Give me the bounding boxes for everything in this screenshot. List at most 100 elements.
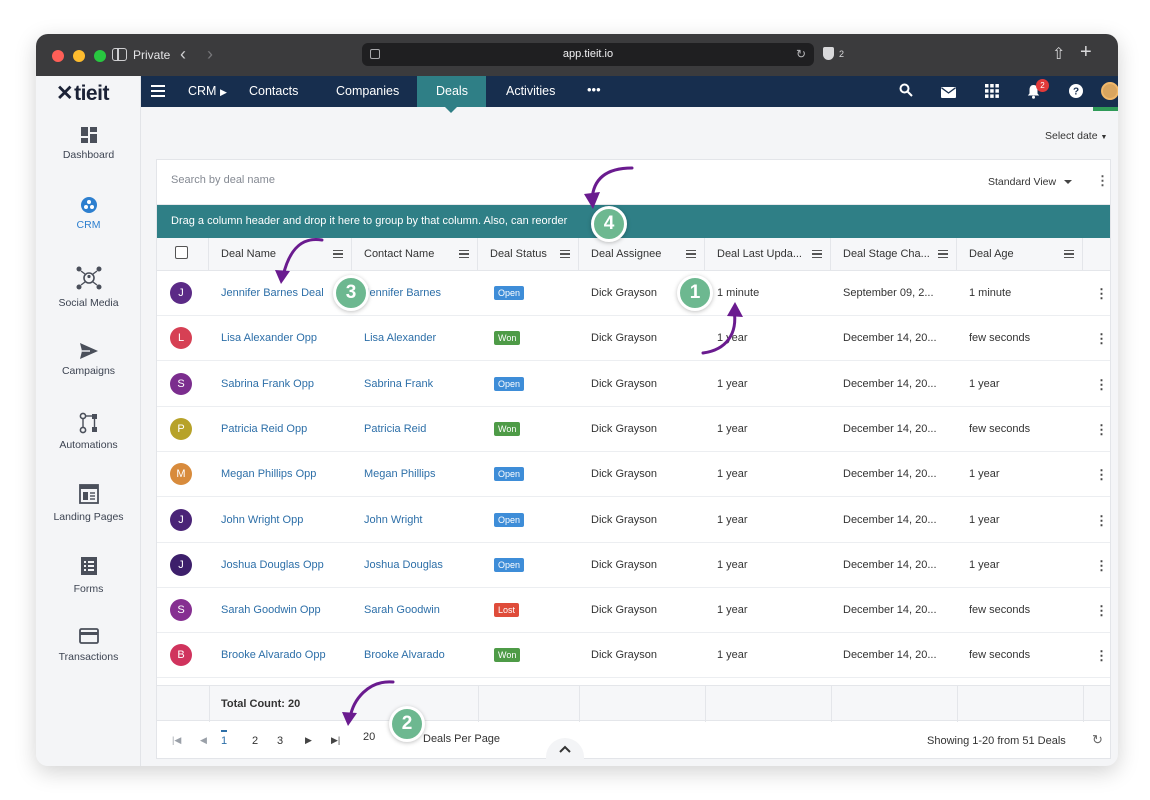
row-actions-icon[interactable]: ⋮ xyxy=(1095,588,1108,633)
page-1-button[interactable]: 1 xyxy=(221,730,228,747)
page-3-button[interactable]: 3 xyxy=(277,735,283,747)
row-actions-icon[interactable]: ⋮ xyxy=(1095,633,1108,678)
tieit-logo[interactable]: ✕tieit xyxy=(56,81,109,106)
row-actions-icon[interactable]: ⋮ xyxy=(1095,316,1108,361)
address-bar[interactable]: app.tieit.io ↻ xyxy=(362,43,814,66)
row-actions-icon[interactable]: ⋮ xyxy=(1095,498,1108,543)
sidebar-item-transactions[interactable]: Transactions xyxy=(36,628,141,663)
user-avatar[interactable] xyxy=(1101,82,1118,100)
forward-arrow-icon[interactable]: › xyxy=(207,44,213,65)
sidebar-toggle-icon[interactable] xyxy=(112,48,127,61)
nav-more[interactable]: ••• xyxy=(587,82,601,97)
sidebar-item-campaigns[interactable]: Campaigns xyxy=(36,342,141,377)
column-menu-icon[interactable] xyxy=(560,250,570,258)
table-row[interactable]: L Lisa Alexander Opp Lisa Alexander Dick Gr… xyxy=(157,316,1110,362)
close-window-button[interactable] xyxy=(52,50,64,62)
nav-companies[interactable]: Companies xyxy=(336,84,399,98)
apps-grid-icon[interactable] xyxy=(985,84,999,101)
page-size-select[interactable]: 20 xyxy=(363,731,375,743)
deal-name-link[interactable]: Jennifer Barnes Deal xyxy=(221,271,346,316)
last-page-icon[interactable]: ▶| xyxy=(331,735,340,746)
contact-name-link[interactable]: John Wright xyxy=(364,498,474,543)
contact-name-link[interactable]: Sarah Goodwin xyxy=(364,588,474,633)
column-header-deal-age[interactable]: Deal Age xyxy=(957,238,1083,271)
contact-name-link[interactable]: Brooke Alvarado xyxy=(364,633,474,678)
table-row[interactable]: S Sarah Goodwin Opp Sarah Goodwin Dick Gray… xyxy=(157,588,1110,634)
contact-name-link[interactable]: Megan Phillips xyxy=(364,452,474,497)
column-header-deal-stage-changed[interactable]: Deal Stage Cha... xyxy=(831,238,957,271)
column-menu-icon[interactable] xyxy=(938,250,948,258)
zoom-window-button[interactable] xyxy=(94,50,106,62)
select-date-dropdown[interactable]: Select date ▼ xyxy=(1045,130,1107,142)
avatar: P xyxy=(170,417,192,440)
search-icon[interactable] xyxy=(899,83,913,100)
column-header-deal-assignee[interactable]: Deal Assignee xyxy=(579,238,705,271)
nav-deals[interactable]: Deals xyxy=(436,84,468,98)
nav-crm[interactable]: CRM ▶ xyxy=(188,84,227,98)
table-row[interactable]: M Megan Phillips Opp Megan Phillips Dick Gr… xyxy=(157,452,1110,498)
minimize-window-button[interactable] xyxy=(73,50,85,62)
contact-name-link[interactable]: Lisa Alexander xyxy=(364,316,474,361)
contact-name-link[interactable]: Patricia Reid xyxy=(364,407,474,452)
contact-name-link[interactable]: Sabrina Frank xyxy=(364,362,474,407)
column-header-deal-name[interactable]: Deal Name xyxy=(209,238,352,271)
select-all-checkbox[interactable] xyxy=(175,246,188,259)
search-input[interactable] xyxy=(171,174,591,186)
contact-name-link[interactable]: Jennifer Barnes xyxy=(364,271,474,316)
table-row[interactable]: J Joshua Douglas Opp Joshua Douglas Dick Gr… xyxy=(157,543,1110,588)
sidebar-item-landing-pages[interactable]: Landing Pages xyxy=(36,484,141,523)
table-row[interactable]: J Jennifer Barnes Deal Jennifer Barnes Dick… xyxy=(157,271,1110,316)
deal-name-link[interactable]: Brooke Alvarado Opp xyxy=(221,633,346,678)
green-accent-tab[interactable] xyxy=(1093,107,1118,111)
column-menu-icon[interactable] xyxy=(812,250,822,258)
new-tab-icon[interactable]: + xyxy=(1080,41,1092,64)
nav-activities[interactable]: Activities xyxy=(506,84,555,98)
deal-name-link[interactable]: Sabrina Frank Opp xyxy=(221,362,346,407)
column-menu-icon[interactable] xyxy=(333,250,343,258)
column-menu-icon[interactable] xyxy=(686,250,696,258)
contact-name-link[interactable]: Joshua Douglas xyxy=(364,543,474,588)
deal-name-link[interactable]: Patricia Reid Opp xyxy=(221,407,346,452)
first-page-icon[interactable]: |◀ xyxy=(172,735,181,746)
row-actions-icon[interactable]: ⋮ xyxy=(1095,452,1108,497)
deal-name-link[interactable]: Lisa Alexander Opp xyxy=(221,316,346,361)
group-by-drop-zone[interactable]: Drag a column header and drop it here to… xyxy=(157,205,1110,238)
deal-name-link[interactable]: Megan Phillips Opp xyxy=(221,452,346,497)
table-row[interactable]: J John Wright Opp John Wright Dick Grayson 1… xyxy=(157,498,1110,543)
column-header-deal-status[interactable]: Deal Status xyxy=(478,238,579,271)
deal-name-link[interactable]: John Wright Opp xyxy=(221,498,346,543)
shield-icon[interactable] xyxy=(823,47,834,60)
page-2-button[interactable]: 2 xyxy=(252,735,258,747)
more-options-icon[interactable]: ⋮ xyxy=(1096,173,1109,189)
row-actions-icon[interactable]: ⋮ xyxy=(1095,271,1108,316)
table-row[interactable]: P Patricia Reid Opp Patricia Reid Dick Gray… xyxy=(157,407,1110,452)
mail-icon[interactable] xyxy=(941,85,956,101)
sidebar-item-social-media[interactable]: Social Media xyxy=(36,264,141,309)
row-actions-icon[interactable]: ⋮ xyxy=(1095,407,1108,452)
view-select[interactable]: Standard View xyxy=(988,176,1073,188)
reload-icon[interactable]: ↻ xyxy=(796,47,806,61)
sidebar-item-dashboard[interactable]: Dashboard xyxy=(36,126,141,161)
share-icon[interactable]: ⇧ xyxy=(1052,44,1065,64)
back-arrow-icon[interactable]: ‹ xyxy=(180,44,186,65)
column-menu-icon[interactable] xyxy=(459,250,469,258)
table-row[interactable]: S Sabrina Frank Opp Sabrina Frank Dick Gray… xyxy=(157,362,1110,407)
help-icon[interactable]: ? xyxy=(1069,84,1083,101)
deal-name-link[interactable]: Joshua Douglas Opp xyxy=(221,543,346,588)
deal-last-updated: 1 year xyxy=(717,377,748,390)
nav-contacts[interactable]: Contacts xyxy=(249,84,298,98)
column-menu-icon[interactable] xyxy=(1064,250,1074,258)
sidebar-item-forms[interactable]: Forms xyxy=(36,556,141,595)
menu-icon[interactable] xyxy=(151,85,165,97)
sidebar-item-automations[interactable]: Automations xyxy=(36,412,141,451)
row-actions-icon[interactable]: ⋮ xyxy=(1095,543,1108,588)
prev-page-icon[interactable]: ◀ xyxy=(200,735,207,746)
refresh-icon[interactable]: ↻ xyxy=(1092,732,1103,748)
next-page-icon[interactable]: ▶ xyxy=(305,735,312,746)
table-row[interactable]: B Brooke Alvarado Opp Brooke Alvarado Dick … xyxy=(157,633,1110,679)
deal-name-link[interactable]: Sarah Goodwin Opp xyxy=(221,588,346,633)
row-actions-icon[interactable]: ⋮ xyxy=(1095,362,1108,407)
sidebar-item-crm[interactable]: CRM xyxy=(36,196,141,231)
column-header-deal-last-updated[interactable]: Deal Last Upda... xyxy=(705,238,831,271)
column-header-contact-name[interactable]: Contact Name xyxy=(352,238,478,271)
